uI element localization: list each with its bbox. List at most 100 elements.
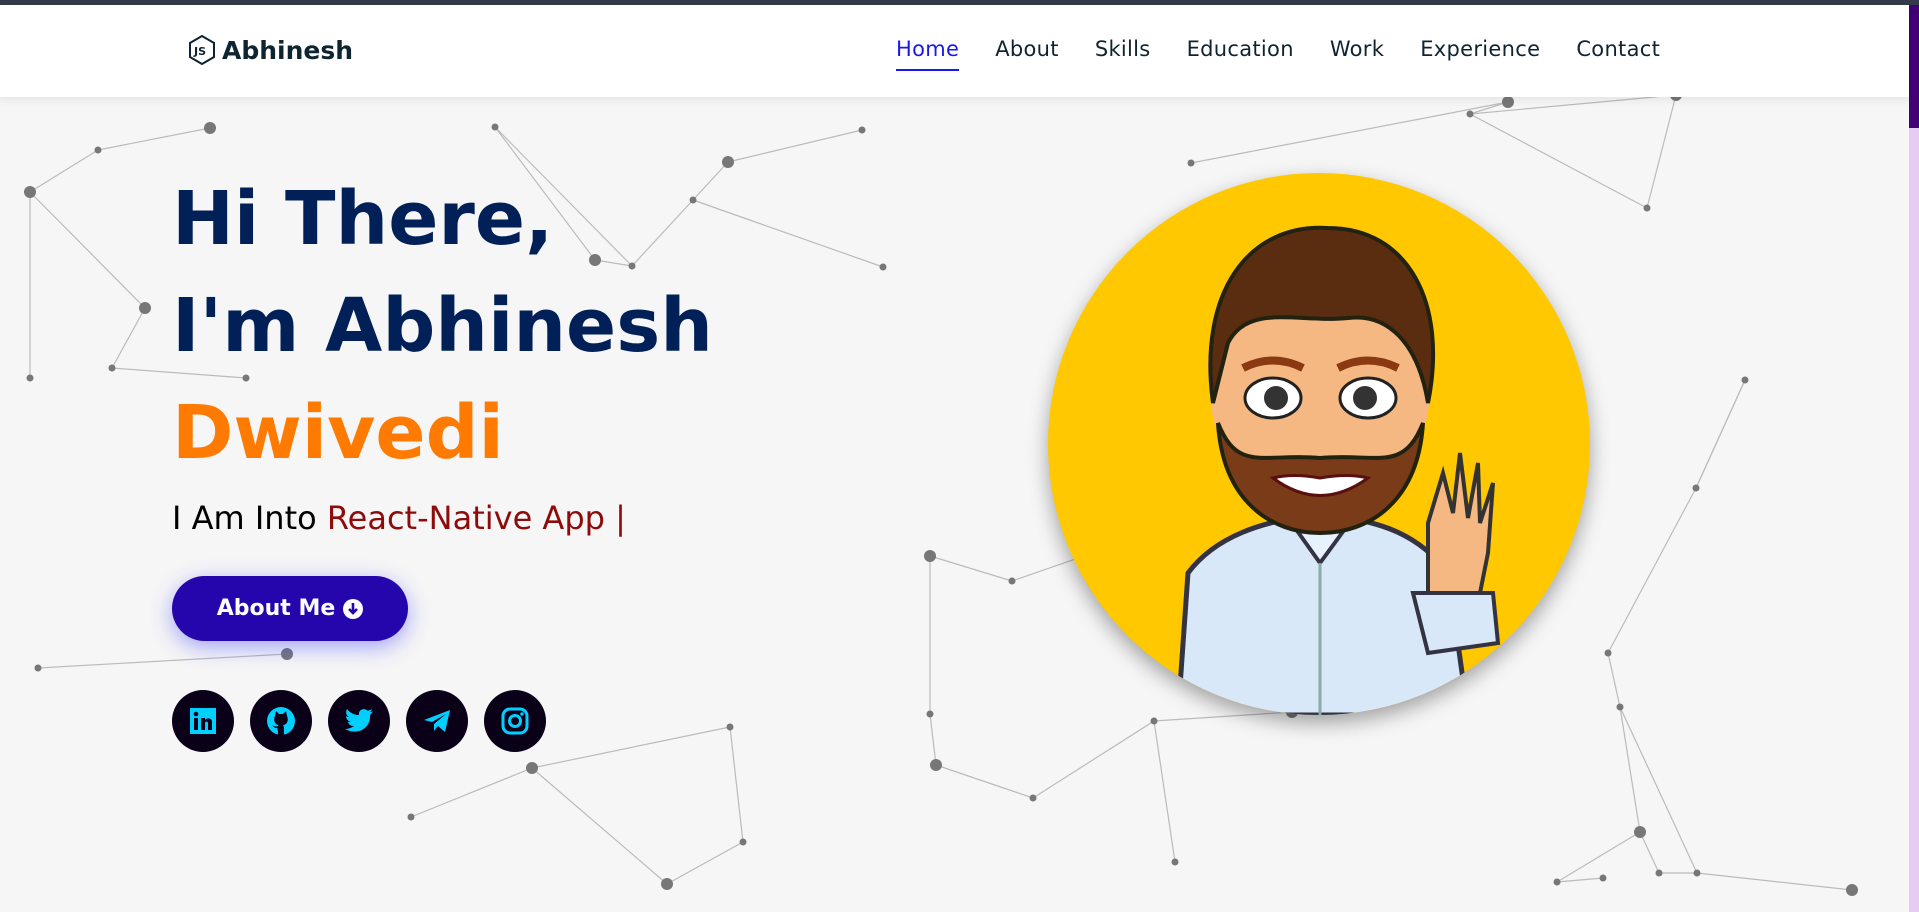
- network-dot: [879, 263, 887, 271]
- network-line: [1607, 487, 1697, 654]
- arrow-circle-down-icon: [343, 598, 364, 619]
- network-dot: [94, 146, 102, 154]
- nav-home[interactable]: Home: [896, 37, 960, 71]
- intro-name: I'm Abhinesh: [172, 283, 713, 369]
- github-button[interactable]: [250, 690, 312, 752]
- nav-education[interactable]: Education: [1187, 37, 1294, 71]
- network-line: [29, 191, 146, 309]
- cartoon-avatar: [1175, 225, 1501, 715]
- nav-about[interactable]: About: [995, 37, 1059, 71]
- network-dot: [858, 126, 866, 134]
- about-me-button[interactable]: About Me: [172, 576, 408, 641]
- linkedin-button[interactable]: [172, 690, 234, 752]
- network-line: [531, 726, 731, 769]
- scrollbar[interactable]: [1909, 5, 1919, 912]
- network-line: [1607, 652, 1621, 708]
- network-line: [29, 149, 99, 193]
- svg-text:JS: JS: [193, 45, 206, 58]
- network-line: [1153, 720, 1176, 863]
- network-line: [1696, 872, 1853, 891]
- network-dot: [1634, 826, 1646, 838]
- network-line: [1153, 711, 1293, 722]
- network-dot: [491, 123, 499, 131]
- network-dot: [726, 723, 734, 731]
- network-line: [729, 726, 744, 843]
- network-dot: [24, 186, 36, 198]
- network-line: [1619, 706, 1641, 833]
- brand-logo[interactable]: JS Abhinesh: [188, 35, 353, 65]
- instagram-icon: [501, 707, 529, 735]
- network-line: [111, 307, 146, 369]
- network-line: [1639, 831, 1660, 874]
- network-line: [929, 555, 1013, 582]
- network-line: [666, 841, 744, 885]
- network-dot: [1692, 484, 1700, 492]
- network-dot: [34, 664, 42, 672]
- greeting: Hi There,: [172, 176, 554, 262]
- network-dot: [204, 122, 216, 134]
- network-dot: [1846, 884, 1858, 896]
- telegram-button[interactable]: [406, 690, 468, 752]
- network-dot: [924, 550, 936, 562]
- network-dot: [1604, 649, 1612, 657]
- network-dot: [661, 878, 673, 890]
- twitter-button[interactable]: [328, 690, 390, 752]
- network-line: [929, 713, 937, 766]
- network-dot: [1643, 204, 1651, 212]
- network-dot: [26, 374, 34, 382]
- network-dot: [1187, 159, 1195, 167]
- network-line: [410, 767, 533, 818]
- subtitle-prefix: I Am Into: [172, 499, 317, 537]
- navbar: JS Abhinesh Home About Skills Education …: [0, 5, 1909, 97]
- network-line: [1032, 720, 1155, 799]
- network-dot: [930, 759, 942, 771]
- nav-contact[interactable]: Contact: [1576, 37, 1660, 71]
- network-line: [37, 653, 288, 669]
- network-dot: [1693, 869, 1701, 877]
- network-dot: [722, 156, 734, 168]
- network-line: [1619, 706, 1698, 874]
- network-line: [1556, 831, 1641, 883]
- github-icon: [267, 707, 295, 735]
- typed-text: React-Native App |: [326, 499, 626, 537]
- avatar-image: [1048, 173, 1590, 715]
- network-line: [97, 127, 211, 151]
- network-dot: [281, 648, 293, 660]
- scrollbar-thumb[interactable]: [1909, 5, 1919, 128]
- network-line: [1556, 877, 1604, 883]
- network-dot: [1150, 717, 1158, 725]
- network-line: [935, 764, 1034, 799]
- nodejs-hexagon-js-icon: JS: [189, 35, 215, 65]
- network-dot: [1553, 878, 1561, 886]
- twitter-icon: [345, 709, 373, 732]
- hero-text: Hi There, I'm Abhinesh Dwivedi I Am Into…: [172, 166, 713, 537]
- network-dot: [139, 302, 151, 314]
- about-me-label: About Me: [216, 596, 336, 621]
- network-line: [1190, 101, 1509, 164]
- network-dot: [108, 364, 116, 372]
- network-dot: [1029, 794, 1037, 802]
- nav-experience[interactable]: Experience: [1420, 37, 1540, 71]
- nav-work[interactable]: Work: [1330, 37, 1384, 71]
- network-dot: [1502, 96, 1514, 108]
- network-dot: [526, 762, 538, 774]
- network-dot: [739, 838, 747, 846]
- network-line: [1469, 113, 1648, 209]
- network-line: [1646, 94, 1677, 209]
- network-line: [531, 767, 668, 885]
- network-line: [727, 129, 863, 163]
- surname: Dwivedi: [172, 390, 504, 476]
- instagram-button[interactable]: [484, 690, 546, 752]
- network-dot: [1655, 869, 1663, 877]
- linkedin-icon: [190, 708, 216, 734]
- network-dot: [1599, 874, 1607, 882]
- network-dot: [1616, 703, 1624, 711]
- network-dot: [1466, 110, 1474, 118]
- brand-name: Abhinesh: [222, 35, 354, 65]
- typed-subtitle: I Am Into React-Native App |: [172, 499, 713, 537]
- nav-skills[interactable]: Skills: [1095, 37, 1151, 71]
- telegram-icon: [424, 710, 450, 732]
- network-line: [692, 199, 884, 268]
- network-dot: [1008, 577, 1016, 585]
- network-dot: [407, 813, 415, 821]
